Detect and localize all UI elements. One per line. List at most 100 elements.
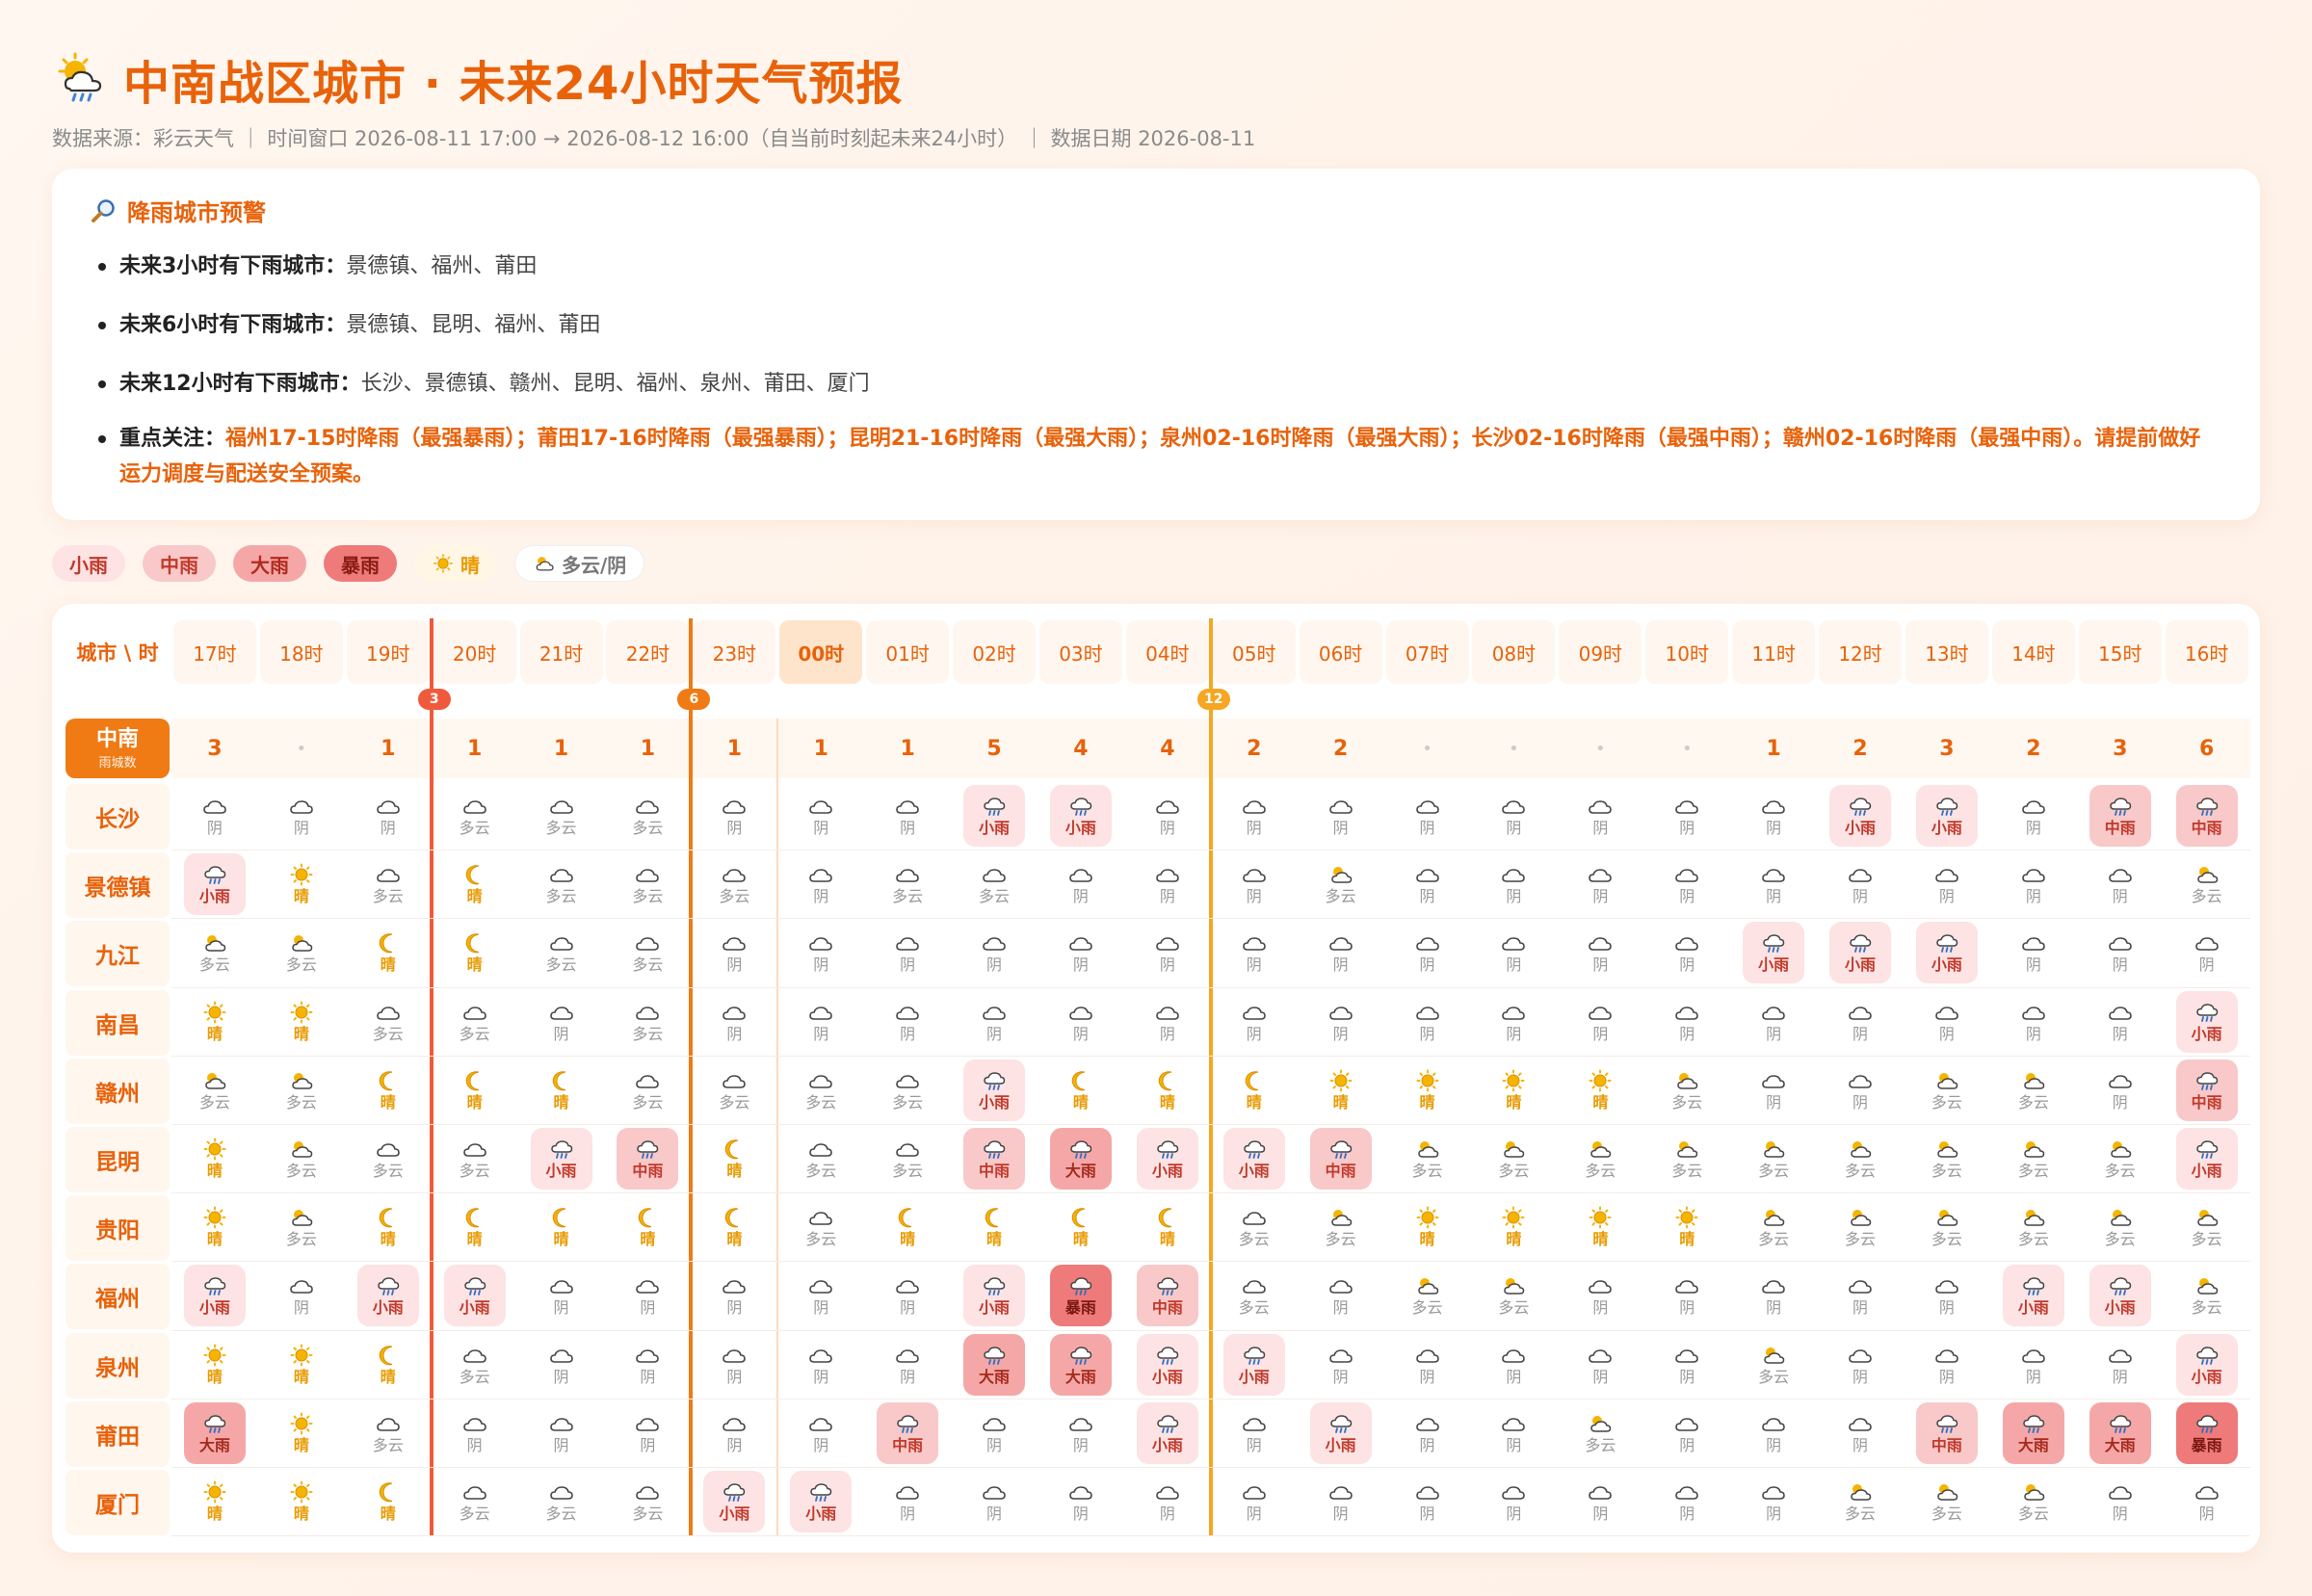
weather-cell: 中雨 [2175,1059,2238,1121]
legend-chip-label: 多云/阴 [562,553,627,577]
weather-cell: 晴 [271,1471,332,1532]
weather-cell: 多云 [1223,1265,1285,1326]
moon-icon [725,1208,739,1228]
weather-cell: 阴 [877,991,938,1053]
weather-cell: 阴 [617,1334,678,1396]
city-label: 厦门 [66,1470,170,1535]
sun-icon [290,1412,313,1435]
cloud-icon [1762,869,1785,882]
weather-label: 阴 [726,955,743,975]
weather-cell: 多云 [1310,853,1372,915]
rain-cloud-icon [984,1277,1006,1296]
hour-header: 15时 [2078,620,2162,684]
weather-label: 多云 [805,1092,837,1112]
weather-cell: 小雨 [1136,1333,1198,1396]
weather-label: 阴 [1072,887,1089,906]
row-divider [171,986,2250,988]
weather-cell: 阴 [1397,785,1458,847]
weather-label: 多云 [979,887,1011,906]
weather-cell: 阴 [790,1334,852,1396]
city-label: 赣州 [66,1058,170,1124]
weather-cell: 多云 [531,922,592,983]
weather-cell: 多云 [531,785,592,847]
weather-cell: 阴 [1743,1402,1804,1464]
rain-count-cell: 1 [726,736,742,761]
weather-label: 阴 [640,1435,656,1454]
weather-cell: 小雨 [963,1059,1026,1121]
weather-cell: 多云 [271,922,332,983]
rain-cloud-icon [204,1415,226,1433]
weather-label: 阴 [1506,1504,1522,1523]
weather-label: 晴 [1419,1092,1435,1112]
weather-cell: 中雨 [2175,785,2238,847]
weather-label: 阴 [986,1435,1003,1454]
weather-cell: 多云 [617,853,678,915]
weather-label: 阴 [1072,1504,1089,1523]
city-label: 福州 [66,1264,170,1330]
weather-cell: 阴 [1569,922,1631,983]
sun-cloud-rain-icon [58,52,102,102]
cloud-icon [1935,869,1958,882]
weather-cell: 阴 [184,785,246,847]
moon-icon [379,1071,392,1091]
rain-cloud-icon [984,1140,1006,1159]
cloud-icon [549,1417,573,1431]
weather-cell: 阴 [531,1265,592,1326]
cloud-icon [809,1074,833,1088]
weather-cell: 大雨 [183,1401,246,1464]
weather-label: 阴 [553,1435,569,1454]
partly-cloudy-icon [2196,867,2218,883]
alert-list: 未来3小时有下雨城市：景德镇、福州、莆田 未来6小时有下雨城市：景德镇、昆明、福… [91,249,2221,492]
partly-cloudy-icon [1677,1072,1698,1089]
cloud-icon [1502,1486,1526,1500]
weather-cell: 晴 [877,1196,938,1258]
rain-cloud-icon [2109,798,2132,816]
cloud-icon [1675,869,1699,882]
weather-label: 多云 [892,1092,924,1112]
row-divider [171,1055,2250,1057]
weather-cell: 中雨 [617,1128,679,1190]
weather-cell: 暴雨 [2175,1401,2238,1464]
weather-cell: 阴 [1483,785,1544,847]
weather-label: 多云 [285,1092,317,1112]
sun-icon [1329,1069,1353,1092]
weather-label: 阴 [1072,1435,1089,1454]
cloud-icon [1328,1280,1353,1295]
weather-cell: 晴 [531,1060,592,1121]
weather-label: 晴 [466,1230,483,1249]
alert-item-text: 景德镇、福州、莆田 [346,254,538,278]
weather-cell: 阴 [1397,922,1458,983]
rain-cloud-icon [1850,798,1872,816]
weather-label: 阴 [1159,819,1175,837]
weather-label: 多云 [545,819,577,837]
weather-label: 多云 [1931,1162,1962,1180]
row-divider [171,1398,2250,1400]
weather-label: 阴 [1852,1092,1869,1112]
partly-cloudy-icon [292,1141,313,1158]
page-subtitle: 数据来源：彩云天气 ｜ 时间窗口 2026-08-11 17:00 → 2026… [52,127,1256,150]
weather-cell: 多云 [1829,1128,1891,1190]
weather-cell: 阴 [1137,853,1198,915]
cloud-icon [1242,1212,1266,1225]
weather-label: 晴 [293,1024,309,1043]
weather-label: 阴 [1506,955,1522,975]
weather-label: 中雨 [1931,1435,1962,1454]
cloud-icon [896,869,919,882]
hour-header: 09时 [1559,620,1642,684]
cloud-icon [896,937,919,952]
weather-label: 多云 [1498,1298,1530,1318]
weather-cell: 阴 [963,922,1025,983]
rain-cloud-icon [550,1140,572,1159]
rain-count-cell: 1 [466,736,483,761]
hour-header: 05时 [1212,620,1296,684]
weather-label: 阴 [1419,819,1435,837]
city-label: 景德镇 [66,852,170,919]
weather-label: 多云 [1931,1230,1962,1249]
weather-cell: 晴 [271,1334,332,1396]
weather-cell: 晴 [357,1334,419,1396]
forecast-grid-card: 城市 \ 时 中南 雨城数 17时 3 18时 • 19时 1 20时 1 21时 1 22时 1 23… [52,604,2260,1553]
weather-cell: 阴 [1569,785,1631,847]
weather-cell: 阴 [1223,1471,1285,1532]
cloud-icon [1328,937,1353,952]
weather-cell: 小雨 [1049,785,1112,847]
